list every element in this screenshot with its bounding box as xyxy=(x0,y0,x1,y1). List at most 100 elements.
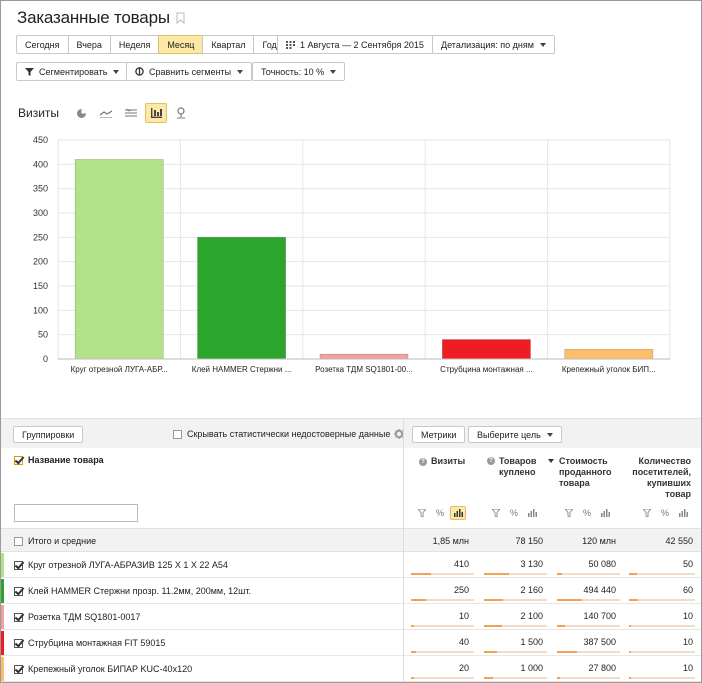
bar-mini-chart-icon[interactable] xyxy=(675,506,691,520)
detail-dropdown[interactable]: Детализация: по дням xyxy=(432,35,555,54)
percent-icon[interactable]: % xyxy=(579,506,595,520)
metric-value: 10 xyxy=(682,663,693,673)
share-bar-track xyxy=(484,625,547,627)
product-name[interactable]: Крепежный уголок БИПАР KUC-40x120 xyxy=(28,664,192,674)
share-bar-fill xyxy=(629,651,631,653)
share-bar-fill xyxy=(629,599,638,601)
map-icon[interactable] xyxy=(170,103,192,123)
segment-button[interactable]: Сегментировать xyxy=(16,62,129,81)
accuracy-dropdown[interactable]: Точность: 10 % xyxy=(252,62,346,81)
chevron-down-icon xyxy=(330,69,337,74)
y-tick-label: 50 xyxy=(38,330,48,340)
period-button[interactable]: Сегодня xyxy=(16,35,69,54)
bar-chart-icon[interactable] xyxy=(145,103,167,123)
product-name-column-header[interactable]: Название товара xyxy=(14,455,104,465)
line-chart-icon[interactable] xyxy=(95,103,117,123)
metrics-button[interactable]: Метрики xyxy=(412,426,466,443)
share-bar-fill xyxy=(411,677,415,679)
goal-dropdown[interactable]: Выберите цель xyxy=(468,426,562,443)
metric-value: 140 700 xyxy=(583,611,616,621)
x-tick-label: Розетка ТДМ SQ1801-00... xyxy=(315,365,413,374)
table-row[interactable]: Круг отрезной ЛУГА-АБРАЗИВ 125 Х 1 Х 22 … xyxy=(1,553,701,578)
filter-icon[interactable] xyxy=(488,506,504,520)
row-checkbox[interactable] xyxy=(14,586,23,596)
share-bar-fill xyxy=(484,625,503,627)
metric-value: 60 xyxy=(682,585,693,595)
product-name[interactable]: Клей HAMMER Стержни прозр. 11.2мм, 200мм… xyxy=(28,586,251,596)
bar xyxy=(442,339,531,360)
share-bar-fill xyxy=(557,625,565,627)
share-bar-fill xyxy=(411,625,414,627)
y-tick-label: 250 xyxy=(33,232,48,242)
info-icon[interactable]: ? xyxy=(419,457,427,466)
buyers-count-column-header[interactable]: Количество посетителей, купивших товар xyxy=(629,456,691,500)
period-button[interactable]: Неделя xyxy=(109,35,160,54)
share-bar-fill xyxy=(484,599,503,601)
percent-icon[interactable]: % xyxy=(506,506,522,520)
y-tick-label: 150 xyxy=(33,281,48,291)
share-bar-fill xyxy=(557,677,560,679)
row-checkbox[interactable] xyxy=(14,612,23,622)
table-row[interactable]: Клей HAMMER Стержни прозр. 11.2мм, 200мм… xyxy=(1,579,701,604)
bar-mini-chart-icon[interactable] xyxy=(450,506,466,520)
percent-icon[interactable]: % xyxy=(432,506,448,520)
totals-row: Итого и средние 1,85 млн 78 150 120 млн … xyxy=(1,528,701,552)
filter-icon[interactable] xyxy=(561,506,577,520)
filter-icon[interactable] xyxy=(639,506,655,520)
bar xyxy=(319,353,409,360)
share-bar-fill xyxy=(629,625,631,627)
table-row[interactable]: Струбцина монтажная FIT 59015 40 1 500 387 … xyxy=(1,631,701,656)
product-name[interactable]: Розетка ТДМ SQ1801-0017 xyxy=(28,612,140,622)
hide-unreliable-toggle[interactable]: Скрывать статистически недостоверные дан… xyxy=(173,429,405,439)
metric-value: 2 100 xyxy=(520,611,543,621)
bar-mini-chart-icon[interactable] xyxy=(597,506,613,520)
goods-bought-column-header[interactable]: ? Товаров куплено xyxy=(487,456,554,478)
hide-unreliable-checkbox[interactable] xyxy=(173,429,182,439)
metric-value: 10 xyxy=(458,611,469,621)
row-checkbox[interactable] xyxy=(14,638,23,648)
bar-mini-chart-icon[interactable] xyxy=(524,506,540,520)
area-chart-icon[interactable] xyxy=(120,103,142,123)
period-button[interactable]: Месяц xyxy=(158,35,204,54)
table-row[interactable]: Крепежный уголок БИПАР KUC-40x120 20 1 000… xyxy=(1,657,701,682)
row-checkbox[interactable] xyxy=(14,560,23,570)
product-name-cell: Клей HAMMER Стержни прозр. 11.2мм, 200мм… xyxy=(14,586,251,596)
bookmark-icon[interactable] xyxy=(176,12,185,24)
product-filter-input[interactable] xyxy=(14,504,138,522)
goods-cost-column-header[interactable]: Стоимость проданного товара xyxy=(559,456,619,489)
row-checkbox[interactable] xyxy=(14,664,23,674)
filter-icon xyxy=(25,67,34,76)
metric-value: 387 500 xyxy=(583,637,616,647)
info-icon[interactable]: ? xyxy=(487,457,495,465)
compare-segments-button[interactable]: Сравнить сегменты xyxy=(126,62,253,81)
column-tools: % xyxy=(414,506,468,520)
row-color-marker xyxy=(1,657,4,681)
product-name[interactable]: Струбцина монтажная FIT 59015 xyxy=(28,638,165,648)
filter-icon[interactable] xyxy=(414,506,430,520)
row-color-marker xyxy=(1,579,4,603)
pie-chart-icon[interactable] xyxy=(70,103,92,123)
share-bar-track xyxy=(484,651,547,653)
select-all-checkbox[interactable] xyxy=(14,455,23,465)
date-range-label: 1 Августа — 2 Сентября 2015 xyxy=(300,39,424,50)
row-color-marker xyxy=(1,605,4,629)
share-bar-track xyxy=(411,677,474,679)
x-tick-label: Клей HAMMER Стержни ... xyxy=(192,365,292,374)
visits-column-header[interactable]: ? Визиты xyxy=(419,456,465,467)
period-button[interactable]: Квартал xyxy=(202,35,255,54)
totals-checkbox[interactable] xyxy=(14,536,23,546)
chart-title: Визиты xyxy=(18,106,60,120)
date-range-button[interactable]: 1 Августа — 2 Сентября 2015 xyxy=(277,35,433,54)
share-bar-track xyxy=(629,677,695,679)
percent-icon[interactable]: % xyxy=(657,506,673,520)
column-tools: % xyxy=(561,506,615,520)
product-name[interactable]: Круг отрезной ЛУГА-АБРАЗИВ 125 Х 1 Х 22 … xyxy=(28,560,228,570)
sort-desc-icon[interactable] xyxy=(548,459,554,463)
metric-value: 10 xyxy=(682,637,693,647)
table-row[interactable]: Розетка ТДМ SQ1801-0017 10 2 100 140 700 10 xyxy=(1,605,701,630)
row-color-marker xyxy=(1,553,4,577)
period-button[interactable]: Вчера xyxy=(67,35,111,54)
groupings-button[interactable]: Группировки xyxy=(13,426,84,443)
share-bar-track xyxy=(629,599,695,601)
share-bar-track xyxy=(484,573,547,575)
